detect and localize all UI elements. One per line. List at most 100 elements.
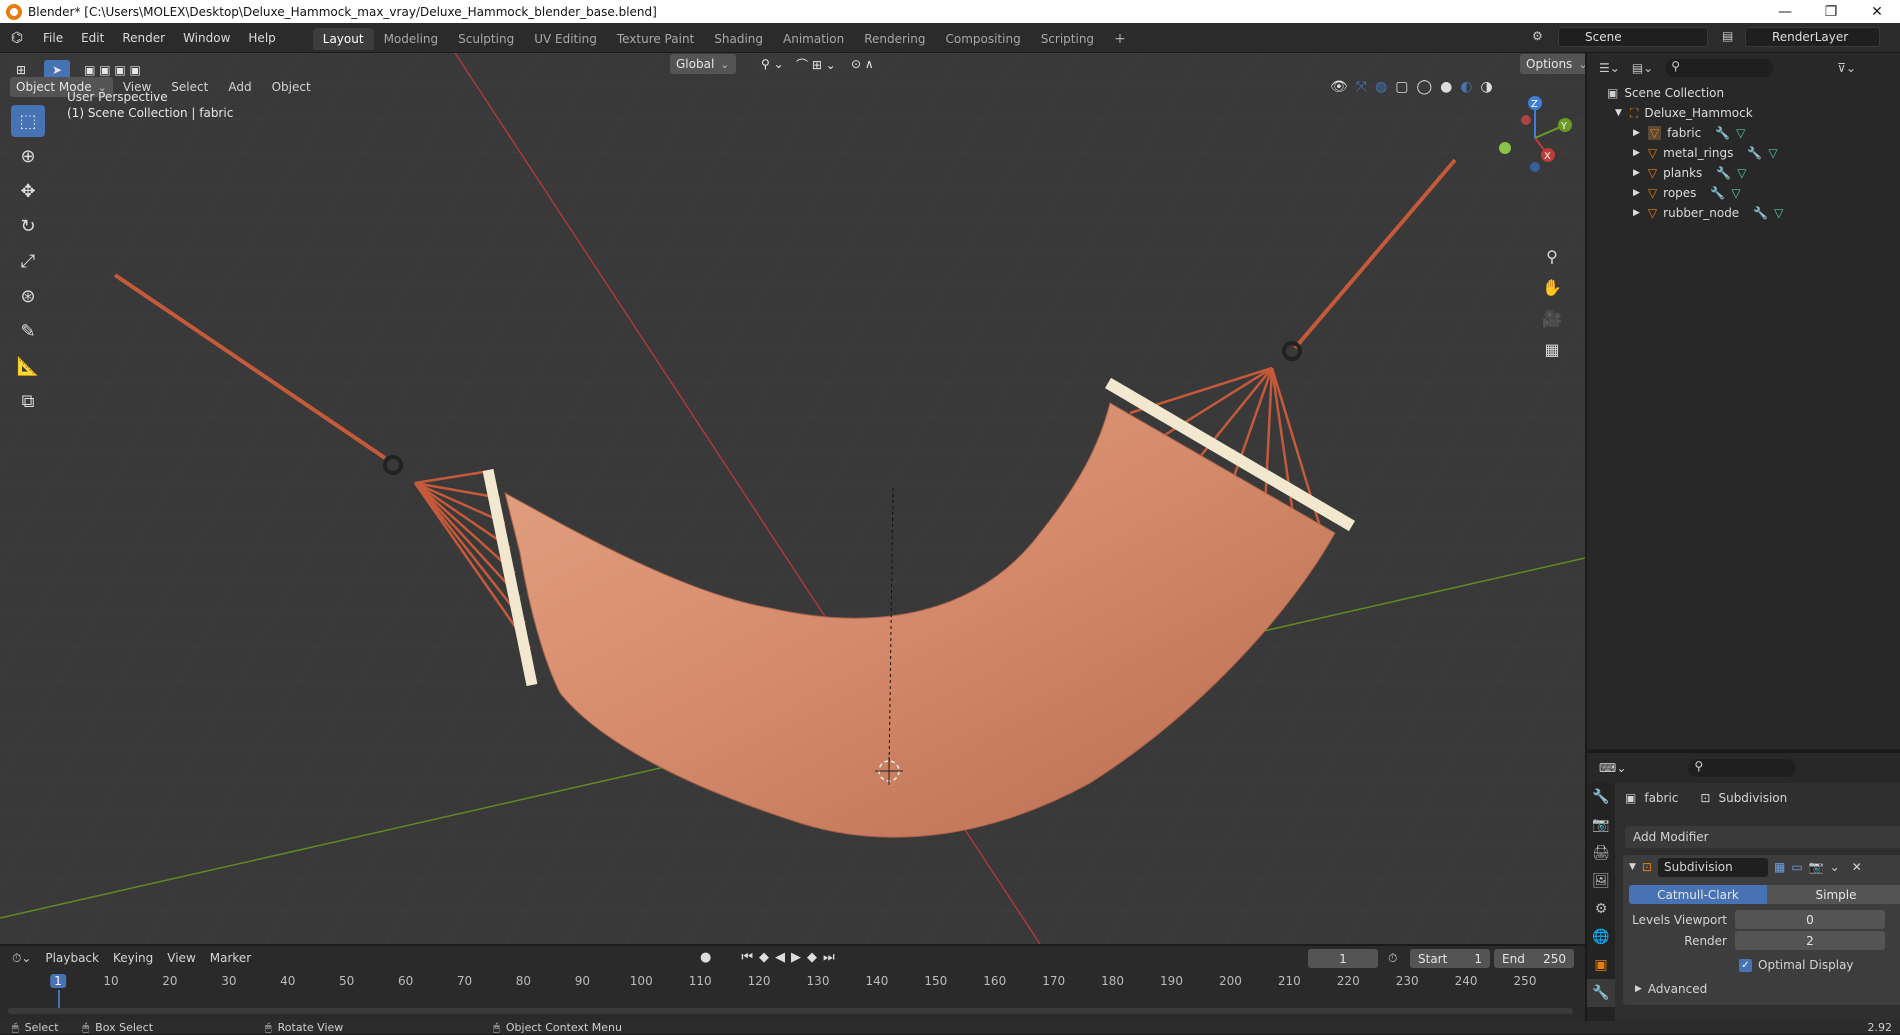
auto-keying-icon[interactable]: ● bbox=[700, 950, 711, 965]
scene-tab-icon[interactable]: ⚙ bbox=[1587, 895, 1615, 923]
modifier-tab-icon[interactable]: 🔧 bbox=[1587, 979, 1615, 1007]
tool-tab-icon[interactable]: 🔧 bbox=[1587, 783, 1615, 811]
timeline-menu-playback[interactable]: Playback bbox=[45, 951, 99, 965]
menu-render[interactable]: Render bbox=[113, 31, 174, 45]
cursor-tool-icon[interactable]: ⊕ bbox=[11, 140, 45, 172]
add-modifier-button[interactable]: Add Modifier bbox=[1625, 826, 1900, 848]
pan-hand-icon[interactable]: ✋ bbox=[1539, 274, 1565, 300]
navigation-gizmo[interactable]: Z Y X bbox=[1490, 93, 1580, 183]
tab-layout[interactable]: Layout bbox=[312, 28, 374, 50]
transform-tool-icon[interactable]: ⊛ bbox=[11, 280, 45, 312]
advanced-subpanel[interactable]: ▶ Advanced bbox=[1635, 982, 1900, 996]
collection-row[interactable]: ▼ ⛶ Deluxe_Hammock bbox=[1607, 103, 1900, 123]
measure-tool-icon[interactable]: 📐 bbox=[11, 350, 45, 382]
zoom-icon[interactable]: ⚲ bbox=[1539, 243, 1565, 269]
menu-help[interactable]: Help bbox=[239, 31, 284, 45]
timeline-menu-marker[interactable]: Marker bbox=[210, 951, 251, 965]
play-icon[interactable]: ▶ bbox=[791, 950, 801, 965]
tab-sculpting[interactable]: Sculpting bbox=[448, 28, 524, 50]
jump-end-icon[interactable]: ⏭ bbox=[823, 950, 835, 965]
output-tab-icon[interactable]: 🖨 bbox=[1587, 839, 1615, 867]
properties-search-input[interactable]: ⚲ bbox=[1688, 759, 1797, 777]
remove-modifier-icon[interactable]: ✕ bbox=[1852, 860, 1862, 874]
expand-down-icon[interactable]: ▼ bbox=[1615, 108, 1622, 118]
tab-modeling[interactable]: Modeling bbox=[374, 28, 449, 50]
solid-shading-icon[interactable]: ● bbox=[1440, 79, 1452, 95]
proportional-edit-icon[interactable]: ⊙ ∧ bbox=[845, 54, 880, 74]
tab-uv-editing[interactable]: UV Editing bbox=[524, 28, 607, 50]
outliner-item-ropes[interactable]: ▶ ▽ ropes 🔧 ▽ bbox=[1607, 183, 1900, 203]
render-levels-field[interactable]: 2 bbox=[1735, 931, 1885, 950]
outliner-item-metal-rings[interactable]: ▶ ▽ metal_rings 🔧 ▽ bbox=[1607, 143, 1900, 163]
transform-orientation[interactable]: Global bbox=[670, 54, 736, 74]
frame-ruler[interactable]: 1 10 20 30 40 50 60 70 80 90 100 110 120 130 140 150 160… bbox=[0, 972, 1585, 1014]
outliner-item-planks[interactable]: ▶ ▽ planks 🔧 ▽ bbox=[1607, 163, 1900, 183]
outliner-search-input[interactable]: ⚲ bbox=[1665, 59, 1774, 77]
scene-collection-row[interactable]: ▣ Scene Collection bbox=[1607, 83, 1900, 103]
current-frame-field[interactable]: 1 bbox=[1308, 949, 1378, 968]
gizmo-toggle-icon[interactable]: ⤧ bbox=[1356, 79, 1367, 95]
render-layer-selector[interactable]: RenderLayer bbox=[1745, 27, 1880, 47]
tab-scripting[interactable]: Scripting bbox=[1031, 28, 1104, 50]
material-shading-icon[interactable]: ◐ bbox=[1460, 79, 1472, 95]
tab-texture-paint[interactable]: Texture Paint bbox=[607, 28, 704, 50]
collapse-icon[interactable]: ▼ bbox=[1629, 862, 1636, 872]
rotate-tool-icon[interactable]: ↻ bbox=[11, 210, 45, 242]
ortho-grid-icon[interactable]: ▦ bbox=[1539, 336, 1565, 362]
timeline-editor-icon[interactable]: ⏱⌄ bbox=[12, 951, 31, 966]
levels-viewport-field[interactable]: 0 bbox=[1735, 910, 1885, 929]
pivot-icon[interactable]: ⚲ ⌄ bbox=[755, 54, 790, 74]
visibility-icon[interactable]: 👁 bbox=[1330, 79, 1348, 95]
maximize-icon[interactable]: ❐ bbox=[1808, 0, 1854, 23]
add-workspace-icon[interactable]: + bbox=[1104, 27, 1136, 51]
vp-menu-object[interactable]: Object bbox=[262, 80, 321, 94]
render-tab-icon[interactable]: 📷 bbox=[1587, 811, 1615, 839]
outliner-item-fabric[interactable]: ▶ ▽ fabric 🔧 ▽ bbox=[1607, 123, 1900, 143]
render-toggle-icon[interactable]: 📷 bbox=[1809, 860, 1824, 874]
outliner-item-rubber-node[interactable]: ▶ ▽ rubber_node 🔧 ▽ bbox=[1607, 203, 1900, 223]
play-reverse-icon[interactable]: ◀ bbox=[775, 950, 785, 965]
prev-keyframe-icon[interactable]: ◆ bbox=[759, 950, 769, 965]
tab-shading[interactable]: Shading bbox=[704, 28, 773, 50]
scale-tool-icon[interactable]: ⤢ bbox=[11, 245, 45, 277]
timeline-menu-keying[interactable]: Keying bbox=[113, 951, 153, 965]
add-cube-tool-icon[interactable]: ⧉ bbox=[11, 385, 45, 417]
simple-button[interactable]: Simple bbox=[1767, 885, 1900, 904]
annotate-tool-icon[interactable]: ✎ bbox=[11, 315, 45, 347]
start-frame-field[interactable]: Start 1 bbox=[1410, 949, 1490, 968]
jump-start-icon[interactable]: ⏮ bbox=[741, 950, 753, 965]
snap-icon[interactable]: ⌒ ⊞ ⌄ bbox=[790, 54, 842, 74]
scene-selector[interactable]: Scene bbox=[1558, 27, 1708, 47]
filter-icon[interactable]: ⊽⌄ bbox=[1837, 61, 1856, 75]
viewport-toggle-icon[interactable]: ▭ bbox=[1791, 860, 1802, 874]
menu-file[interactable]: File bbox=[34, 31, 72, 45]
menu-edit[interactable]: Edit bbox=[72, 31, 113, 45]
camera-view-icon[interactable]: 🎥 bbox=[1539, 305, 1565, 331]
select-tool-icon[interactable]: ⬚ bbox=[11, 105, 45, 137]
options-dropdown[interactable]: Options bbox=[1520, 54, 1585, 74]
menu-window[interactable]: Window bbox=[174, 31, 239, 45]
modifier-name-field[interactable]: Subdivision bbox=[1657, 857, 1768, 877]
tab-animation[interactable]: Animation bbox=[773, 28, 854, 50]
timeline-scrollbar[interactable] bbox=[8, 1008, 1573, 1014]
minimize-icon[interactable]: — bbox=[1762, 0, 1808, 23]
tab-compositing[interactable]: Compositing bbox=[935, 28, 1030, 50]
catmull-clark-button[interactable]: Catmull-Clark bbox=[1629, 885, 1767, 904]
display-mode-icon[interactable]: ▤⌄ bbox=[1632, 61, 1653, 75]
end-frame-field[interactable]: End 250 bbox=[1494, 949, 1574, 968]
properties-editor-icon[interactable]: ⌨⌄ bbox=[1599, 761, 1626, 775]
xray-icon[interactable]: ▢ bbox=[1395, 79, 1408, 95]
object-tab-icon[interactable]: ▣ bbox=[1587, 951, 1615, 979]
modifier-menu-icon[interactable]: ⌄ bbox=[1830, 860, 1840, 874]
move-tool-icon[interactable]: ✥ bbox=[11, 175, 45, 207]
view-layer-tab-icon[interactable]: 🖼 bbox=[1587, 867, 1615, 895]
editmode-toggle-icon[interactable]: ▦ bbox=[1774, 860, 1785, 874]
blender-menu-icon[interactable]: ⌬ bbox=[0, 30, 34, 46]
outliner-editor-icon[interactable]: ☰⌄ bbox=[1599, 61, 1620, 75]
close-icon[interactable]: ✕ bbox=[1854, 0, 1900, 23]
optimal-display-checkbox[interactable]: ✓ bbox=[1739, 958, 1752, 972]
overlay-toggle-icon[interactable]: ◍ bbox=[1375, 79, 1387, 95]
3d-viewport[interactable]: ⊞ ➤ ▣ ▣ ▣ ▣ Object Mode View Select Add … bbox=[0, 53, 1585, 944]
wireframe-shading-icon[interactable]: ◯ bbox=[1416, 79, 1432, 95]
tab-rendering[interactable]: Rendering bbox=[854, 28, 935, 50]
